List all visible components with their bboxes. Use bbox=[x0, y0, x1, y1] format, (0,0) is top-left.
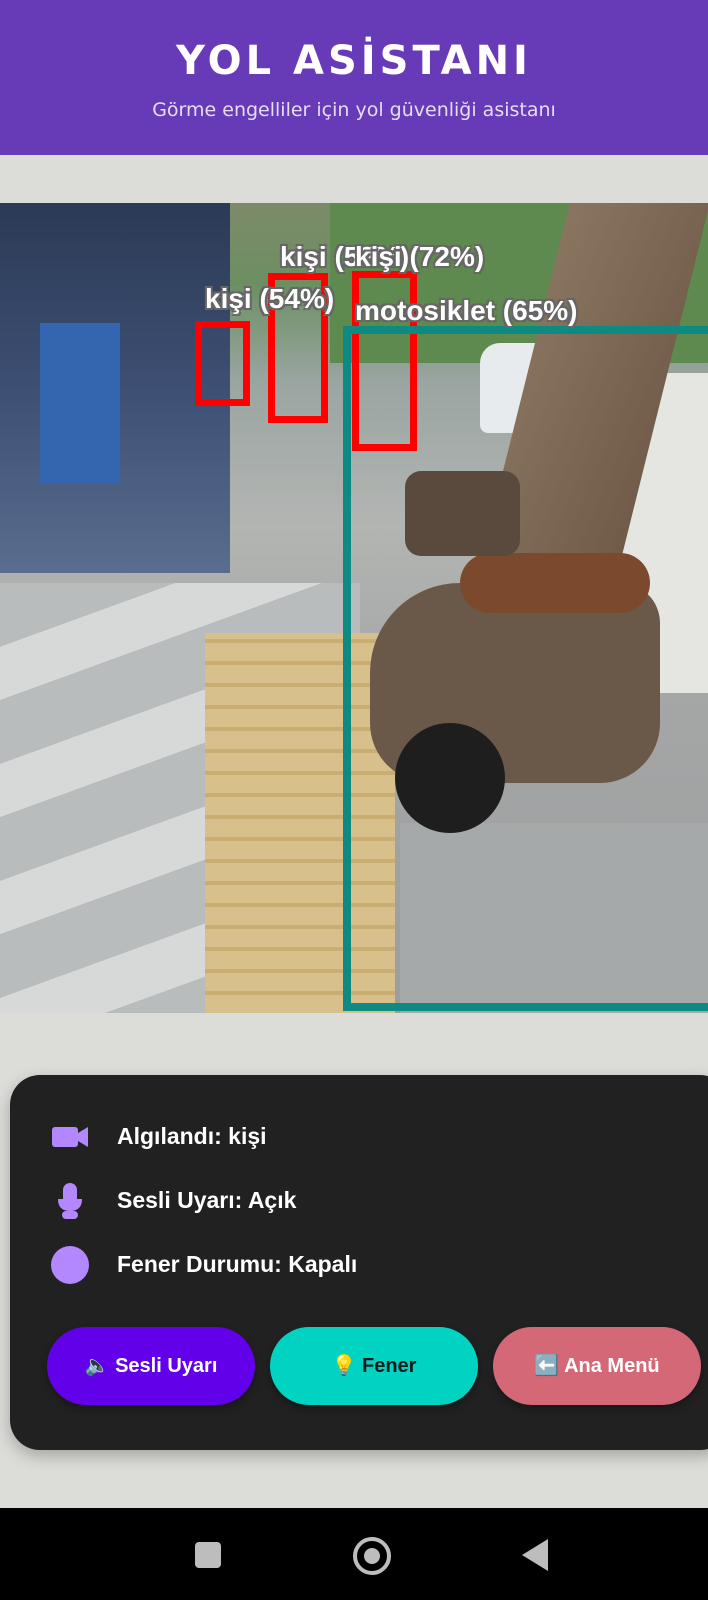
app-header: YOL ASİSTANI Görme engelliler için yol g… bbox=[0, 0, 708, 155]
home-circle-icon[interactable] bbox=[353, 1537, 391, 1575]
back-triangle-icon[interactable] bbox=[522, 1539, 548, 1571]
detection-box-motorcycle bbox=[343, 326, 708, 1011]
app-title: YOL ASİSTANI bbox=[176, 38, 532, 84]
circle-indicator-icon bbox=[51, 1246, 89, 1284]
status-torch-text: Fener Durumu: Kapalı bbox=[117, 1251, 358, 1277]
status-panel: Algılandı: kişi Sesli Uyarı: Açık Fener … bbox=[10, 1075, 708, 1450]
status-detected-text: Algılandı: kişi bbox=[117, 1123, 267, 1149]
app-subtitle: Görme engelliler için yol güvenliği asis… bbox=[152, 99, 556, 121]
system-navbar bbox=[0, 1508, 708, 1600]
video-camera-icon bbox=[52, 1127, 88, 1147]
detection-label-motorcycle: motosiklet (65%) bbox=[355, 295, 578, 326]
detection-label-person-1: kişi (54%) bbox=[205, 283, 335, 314]
torch-button-label: 💡 Fener bbox=[331, 1354, 417, 1377]
camera-preview: kişi (54%) kişi (52%) kişi (72%) motosik… bbox=[0, 203, 708, 1013]
detection-box-person-1 bbox=[195, 321, 250, 406]
microphone-icon bbox=[58, 1183, 82, 1219]
status-voice-text: Sesli Uyarı: Açık bbox=[117, 1187, 297, 1213]
voice-alert-button[interactable]: 🔈 Sesli Uyarı bbox=[47, 1327, 255, 1405]
square-icon[interactable] bbox=[195, 1542, 221, 1568]
torch-button[interactable]: 💡 Fener bbox=[270, 1327, 478, 1405]
detection-label-person-3: kişi (72%) bbox=[355, 241, 485, 272]
status-voice: Sesli Uyarı: Açık bbox=[10, 1181, 700, 1221]
main-menu-button-label: ⬅️ Ana Menü bbox=[534, 1354, 660, 1377]
main-menu-button[interactable]: ⬅️ Ana Menü bbox=[493, 1327, 701, 1405]
status-torch: Fener Durumu: Kapalı bbox=[10, 1245, 700, 1285]
scene-shop-window bbox=[40, 323, 120, 483]
status-detected: Algılandı: kişi bbox=[10, 1117, 700, 1157]
voice-alert-button-label: 🔈 Sesli Uyarı bbox=[84, 1354, 218, 1377]
